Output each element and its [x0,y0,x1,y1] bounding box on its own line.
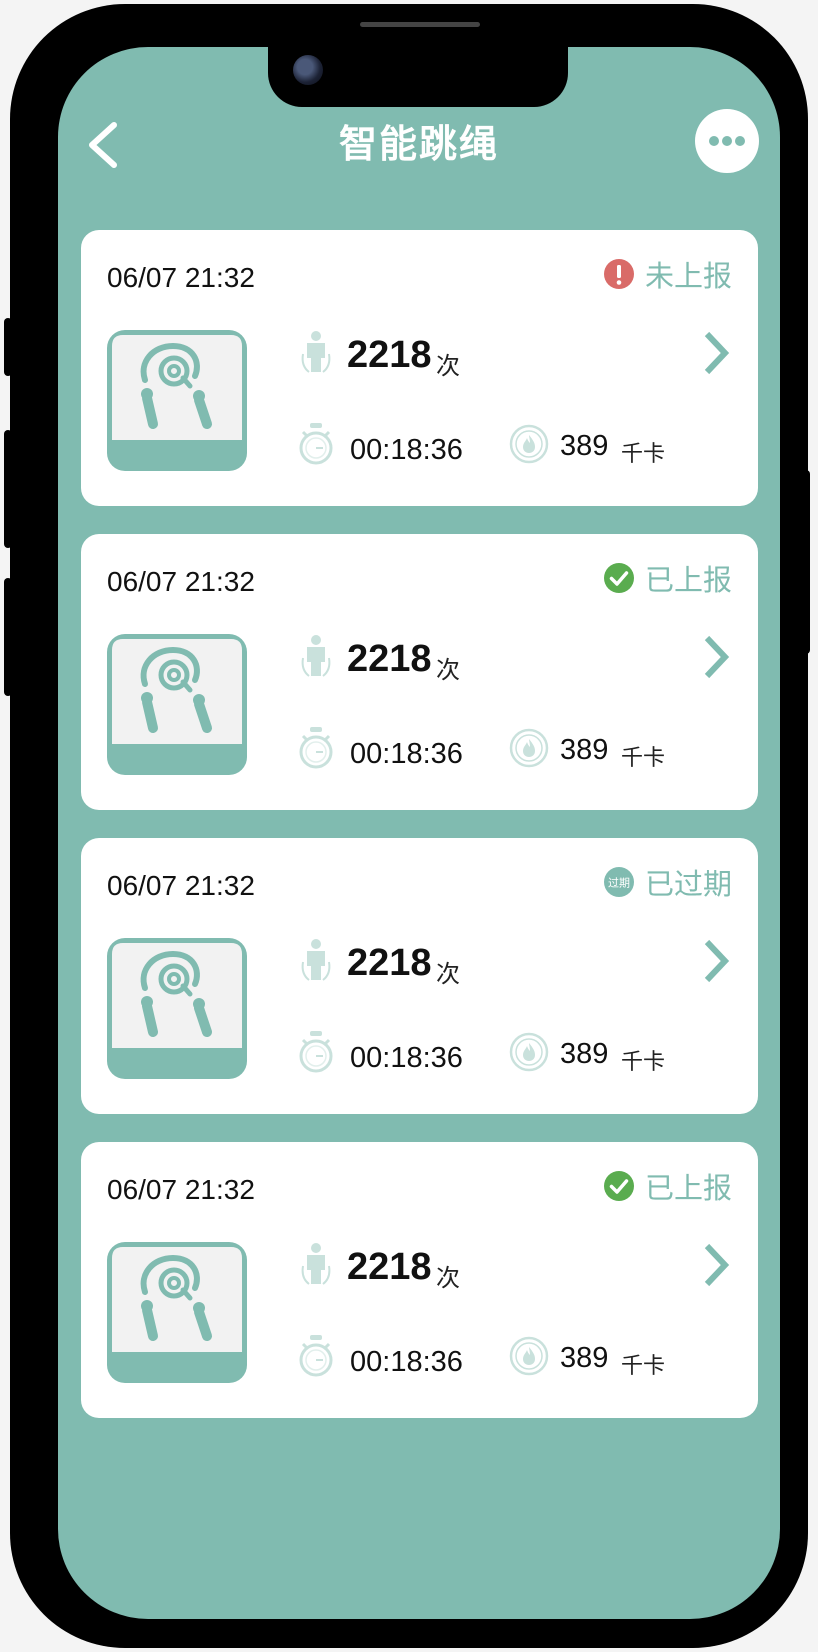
calories-value: 389 [560,1342,609,1374]
record-datetime: 06/07 21:32 [107,262,255,293]
record-card[interactable]: 06/07 21:32 过期 已过期 2218 次 00:18:36 389 千… [81,838,758,1114]
chevron-right-icon [704,939,730,983]
calorie-flame-icon [509,424,549,464]
svg-text:过期: 过期 [608,877,630,890]
volume-up-button [4,430,12,548]
record-list: 06/07 21:32 未上报 2218 次 00:18:36 389 千卡 0… [81,230,758,1446]
warning-icon [603,259,634,289]
calories-unit: 千卡 [621,1049,666,1074]
check-icon [603,1171,634,1201]
person-icon [301,635,331,677]
silent-switch [4,318,12,376]
record-card[interactable]: 06/07 21:32 已上报 2218 次 00:18:36 389 千卡 [81,1142,758,1418]
phone-frame: 智能跳绳 06/07 21:32 未上报 2218 次 00:18:36 389… [4,4,810,1648]
jump-count-unit: 次 [436,1265,460,1292]
person-icon [301,1243,331,1285]
report-status: 已上报 [603,561,732,597]
report-status: 过期 已过期 [603,865,732,901]
jump-count-unit: 次 [436,961,460,988]
stopwatch-icon [299,423,333,465]
record-datetime: 06/07 21:32 [107,566,255,597]
person-icon [301,331,331,373]
report-status-text: 已上报 [644,1173,732,1205]
jump-rope-thumbnail [107,330,247,471]
report-status: 未上报 [603,257,732,293]
volume-down-button [4,578,12,696]
expired-badge-icon: 过期 [603,867,634,897]
app-screen: 智能跳绳 06/07 21:32 未上报 2218 次 00:18:36 389… [58,47,780,1619]
jump-rope-thumbnail [107,938,247,1079]
calories-value: 389 [560,1038,609,1070]
stopwatch-icon [299,1335,333,1377]
jump-count: 2218 [347,942,432,984]
power-button [802,470,810,654]
jump-count-unit: 次 [436,353,460,380]
stopwatch-icon [299,727,333,769]
jump-rope-thumbnail [107,634,247,775]
stopwatch-icon [299,1031,333,1073]
report-status: 已上报 [603,1169,732,1205]
calories-value: 389 [560,734,609,766]
calories-unit: 千卡 [621,745,666,770]
record-datetime: 06/07 21:32 [107,870,255,901]
report-status-text: 已上报 [644,565,732,597]
speaker-bar [360,22,480,27]
record-card[interactable]: 06/07 21:32 已上报 2218 次 00:18:36 389 千卡 [81,534,758,810]
report-status-text: 已过期 [644,869,732,901]
person-icon [301,939,331,981]
record-datetime: 06/07 21:32 [107,1174,255,1205]
report-status-text: 未上报 [644,261,732,293]
camera-icon [293,55,323,85]
chevron-right-icon [704,1243,730,1287]
more-dots-icon [709,136,745,146]
chevron-right-icon [704,635,730,679]
jump-rope-thumbnail [107,1242,247,1383]
more-button[interactable] [695,109,759,173]
workout-duration: 00:18:36 [350,738,463,770]
calories-value: 389 [560,430,609,462]
record-card[interactable]: 06/07 21:32 未上报 2218 次 00:18:36 389 千卡 [81,230,758,506]
workout-duration: 00:18:36 [350,1042,463,1074]
check-icon [603,563,634,593]
calorie-flame-icon [509,1336,549,1376]
jump-count: 2218 [347,1246,432,1288]
jump-count: 2218 [347,638,432,680]
workout-duration: 00:18:36 [350,434,463,466]
notch [268,47,568,107]
calories-unit: 千卡 [621,441,666,466]
chevron-right-icon [704,331,730,375]
calories-unit: 千卡 [621,1353,666,1378]
jump-count-unit: 次 [436,657,460,684]
page-title: 智能跳绳 [338,124,499,166]
workout-duration: 00:18:36 [350,1346,463,1378]
calorie-flame-icon [509,728,549,768]
calorie-flame-icon [509,1032,549,1072]
jump-count: 2218 [347,334,432,376]
